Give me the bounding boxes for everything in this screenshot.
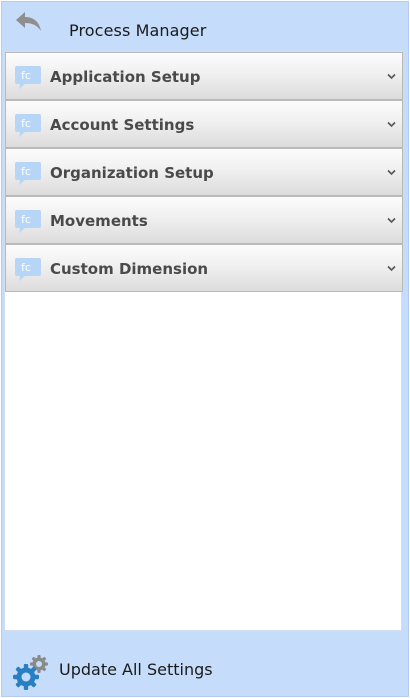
back-button[interactable] bbox=[14, 10, 44, 36]
fc-icon-text: fc bbox=[21, 117, 31, 130]
menu-item-label: Custom Dimension bbox=[50, 260, 209, 278]
chevron-down-icon bbox=[387, 217, 396, 224]
fc-chat-bubble-icon: fc bbox=[15, 114, 41, 137]
fc-icon-text: fc bbox=[21, 69, 31, 82]
menu-item-organization-setup[interactable]: fc Organization Setup bbox=[5, 148, 403, 196]
fc-chat-bubble-icon: fc bbox=[15, 210, 41, 233]
menu-item-label: Account Settings bbox=[50, 116, 195, 134]
header: Process Manager bbox=[2, 2, 408, 50]
chevron-down-icon bbox=[387, 265, 396, 272]
fc-chat-bubble-icon: fc bbox=[15, 162, 41, 185]
page-title: Process Manager bbox=[69, 21, 207, 40]
menu-item-label: Movements bbox=[50, 212, 148, 230]
fc-icon-text: fc bbox=[21, 213, 31, 226]
menu-item-label: Application Setup bbox=[50, 68, 201, 86]
chevron-down-icon bbox=[387, 121, 396, 128]
menu-item-label: Organization Setup bbox=[50, 164, 214, 182]
back-arrow-icon bbox=[16, 12, 41, 31]
chevron-down-icon bbox=[387, 73, 396, 80]
update-all-settings-label: Update All Settings bbox=[59, 660, 213, 679]
fc-icon-text: fc bbox=[21, 165, 31, 178]
menu-item-account-settings[interactable]: fc Account Settings bbox=[5, 100, 403, 148]
gears-icon bbox=[13, 655, 48, 690]
update-all-settings-button[interactable]: Update All Settings bbox=[2, 630, 408, 696]
fc-icon-text: fc bbox=[21, 261, 31, 274]
menu-item-custom-dimension[interactable]: fc Custom Dimension bbox=[5, 244, 403, 292]
chevron-down-icon bbox=[387, 169, 396, 176]
process-manager-panel: Process Manager fc Application Setup fc … bbox=[1, 1, 409, 697]
menu-list: fc Application Setup fc Account Settings… bbox=[4, 51, 403, 631]
menu-item-movements[interactable]: fc Movements bbox=[5, 196, 403, 244]
fc-chat-bubble-icon: fc bbox=[15, 258, 41, 281]
fc-chat-bubble-icon: fc bbox=[15, 66, 41, 89]
menu-item-application-setup[interactable]: fc Application Setup bbox=[5, 52, 403, 100]
